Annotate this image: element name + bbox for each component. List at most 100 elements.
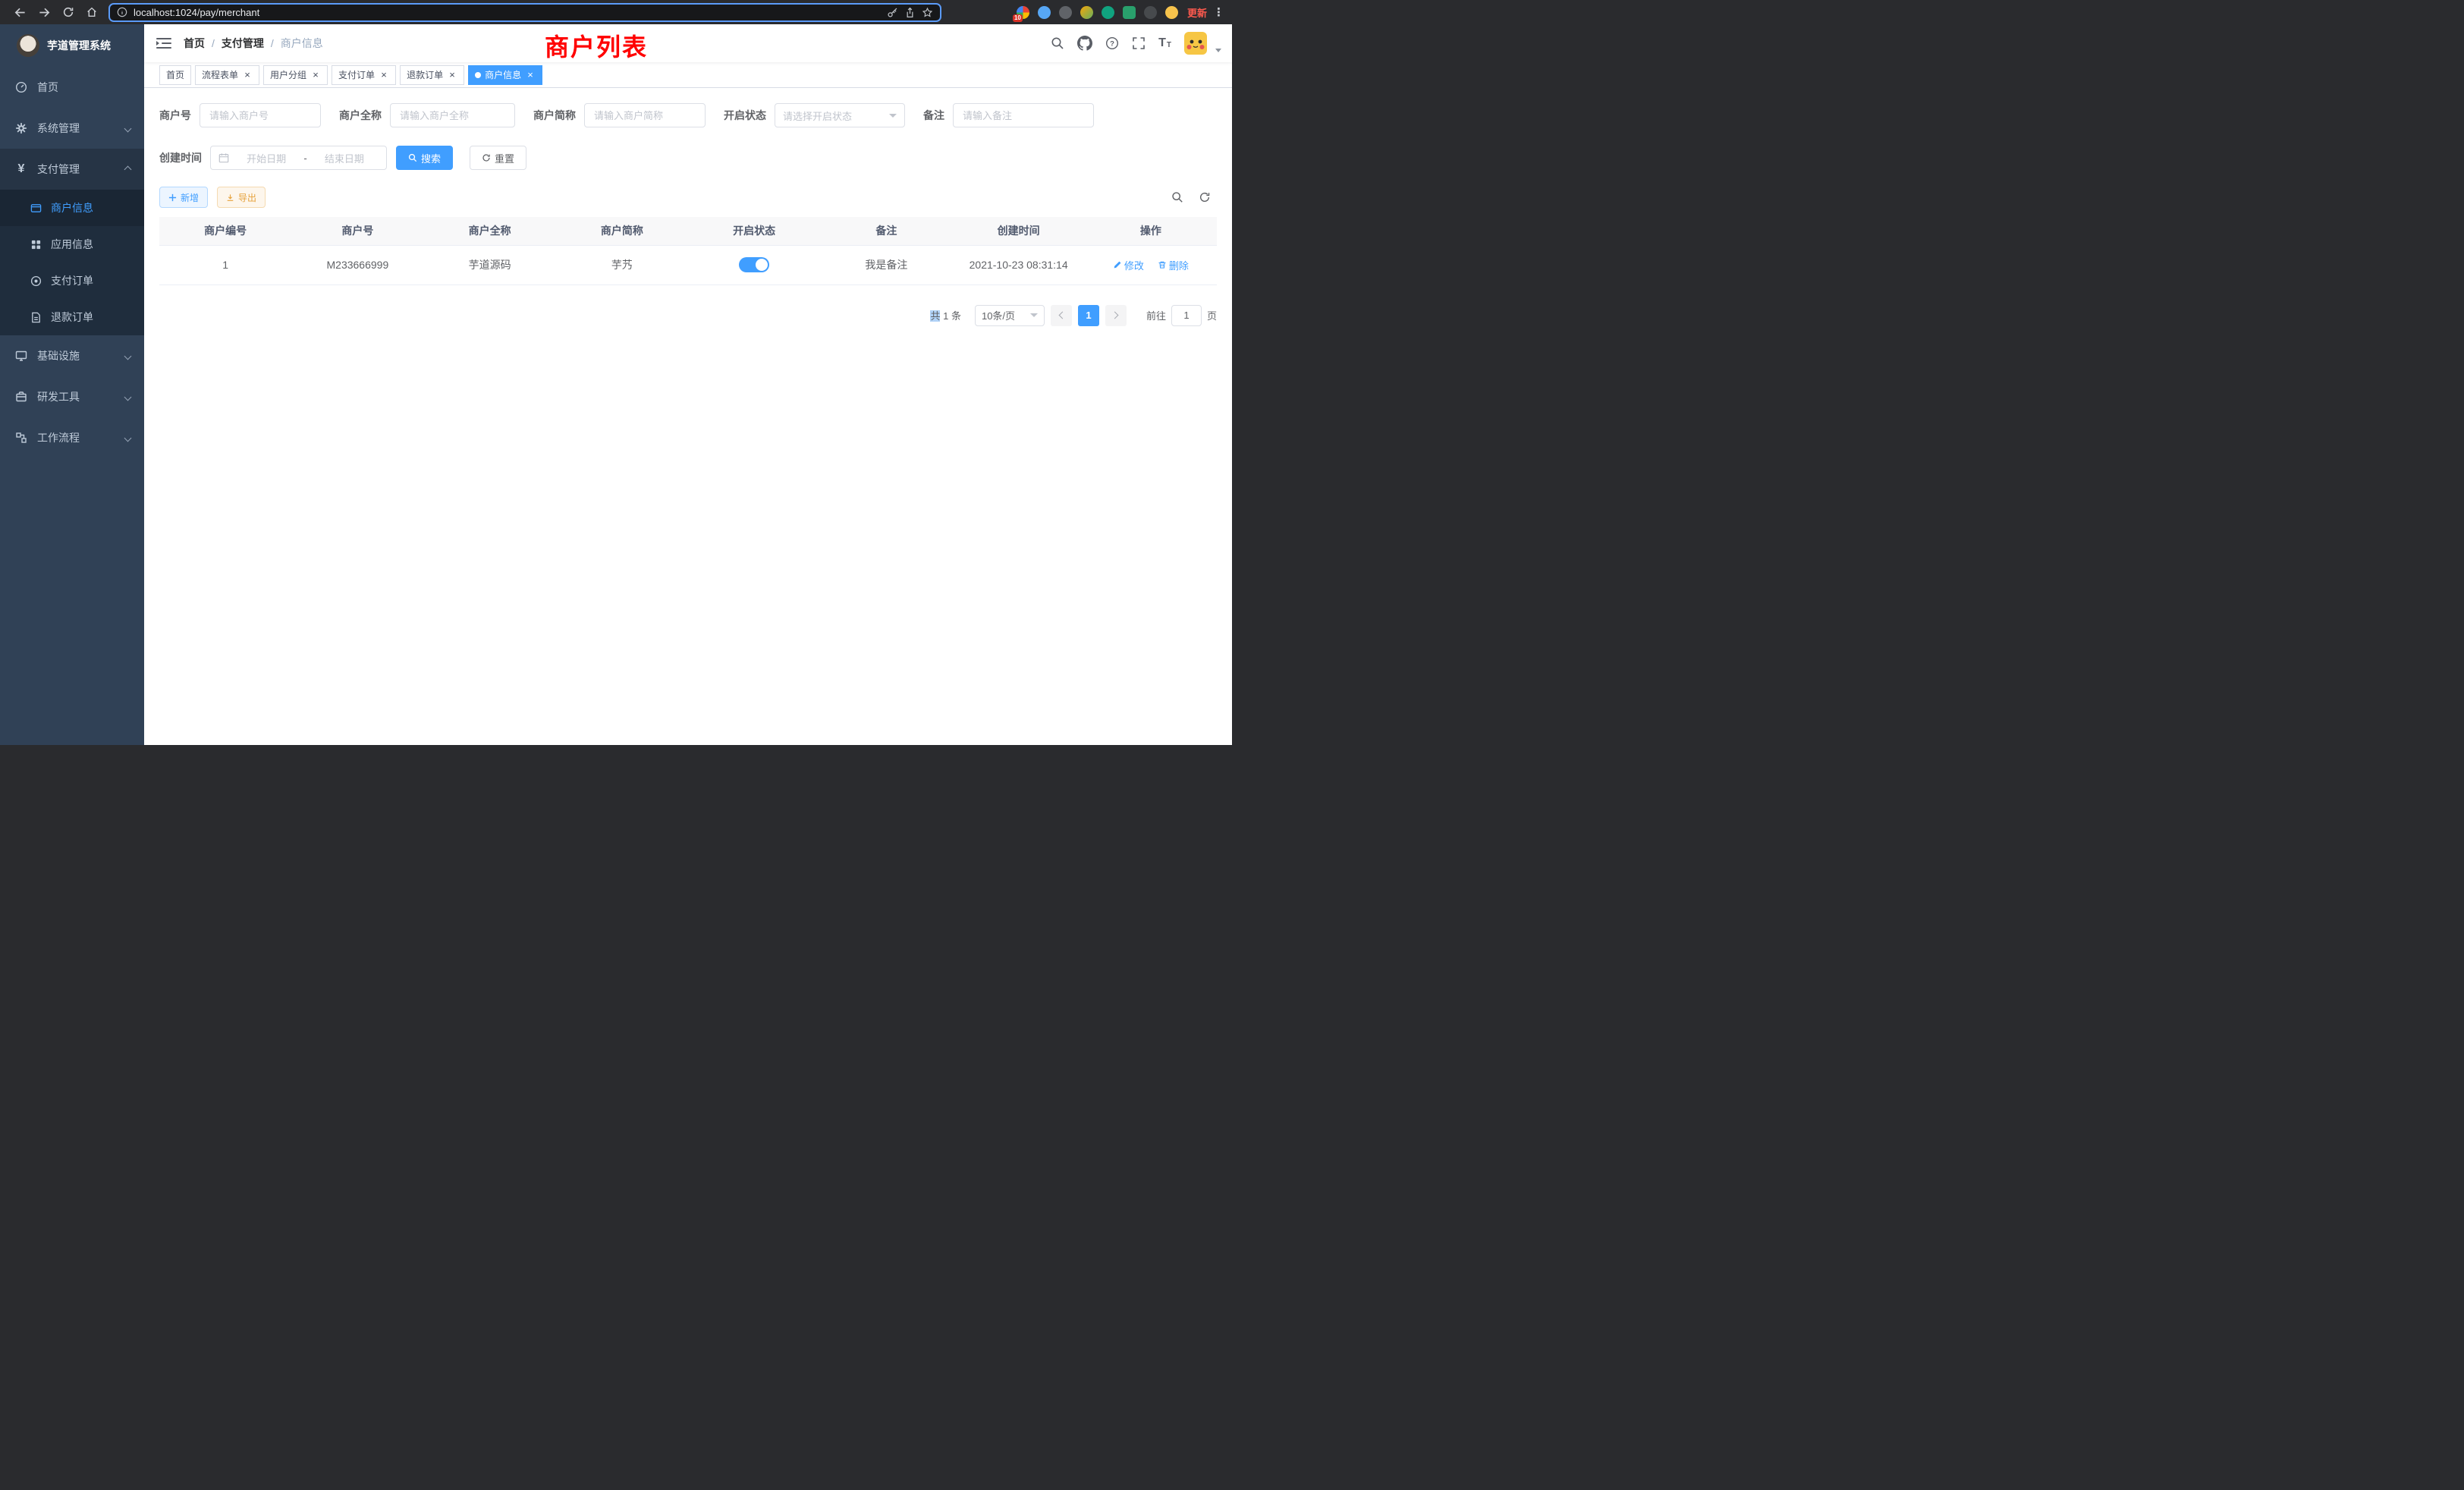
close-icon[interactable]: × (379, 70, 389, 80)
refresh-table-icon[interactable] (1199, 191, 1211, 203)
tab-user-group[interactable]: 用户分组 × (263, 65, 328, 85)
delete-link[interactable]: 删除 (1158, 258, 1189, 272)
search-form-row-1: 商户号 商户全称 商户简称 开启状态 请选择开启状态 (159, 103, 1217, 127)
logo-avatar (17, 34, 39, 57)
trash-icon (1158, 260, 1167, 269)
chevron-left-icon (1059, 312, 1067, 319)
prev-page-button[interactable] (1051, 305, 1072, 326)
edit-link[interactable]: 修改 (1113, 258, 1144, 272)
reset-button[interactable]: 重置 (470, 146, 526, 170)
browser-nav-buttons (8, 6, 104, 19)
close-icon[interactable]: × (525, 70, 536, 80)
remark-input[interactable] (953, 103, 1094, 127)
breadcrumb-current: 商户信息 (281, 36, 323, 51)
column-header: 商户简称 (556, 217, 688, 245)
goto-page-input[interactable] (1171, 305, 1202, 326)
next-page-button[interactable] (1105, 305, 1127, 326)
breadcrumb-payment[interactable]: 支付管理 (222, 36, 264, 51)
workflow-icon (15, 432, 27, 444)
url-text: localhost:1024/pay/merchant (134, 7, 259, 18)
forward-icon[interactable] (38, 6, 51, 19)
help-icon[interactable]: ? (1105, 36, 1119, 50)
user-avatar[interactable] (1184, 32, 1207, 55)
tab-process-form[interactable]: 流程表单 × (195, 65, 259, 85)
sidebar-item-refund-order[interactable]: 退款订单 (0, 299, 144, 335)
delete-link-label: 删除 (1169, 258, 1189, 272)
sidebar-item-label: 支付订单 (51, 273, 93, 288)
extension-icon[interactable] (1123, 6, 1136, 19)
browser-update-button[interactable]: 更新 (1187, 5, 1207, 20)
close-icon[interactable]: × (310, 70, 321, 80)
app-logo[interactable]: 芋道管理系统 (0, 24, 144, 67)
tab-merchant-info[interactable]: 商户信息 × (468, 65, 542, 85)
back-icon[interactable] (14, 6, 27, 19)
search-button[interactable]: 搜索 (396, 146, 453, 170)
url-bar[interactable]: localhost:1024/pay/merchant (108, 3, 941, 22)
sidebar-item-payment[interactable]: ¥ 支付管理 (0, 149, 144, 190)
font-size-icon[interactable]: TT (1158, 37, 1171, 49)
extension-icon[interactable] (1165, 6, 1178, 19)
show-search-icon[interactable] (1171, 191, 1183, 203)
close-icon[interactable]: × (447, 70, 457, 80)
export-button[interactable]: 导出 (217, 187, 266, 208)
full-name-input[interactable] (390, 103, 515, 127)
site-info-icon[interactable] (117, 7, 127, 17)
breadcrumb: 首页 / 支付管理 / 商户信息 (184, 36, 323, 51)
short-name-input[interactable] (584, 103, 706, 127)
search-icon[interactable] (1051, 36, 1064, 50)
reload-icon[interactable] (62, 6, 74, 18)
home-icon[interactable] (86, 6, 98, 18)
column-header: 开启状态 (688, 217, 820, 245)
add-button[interactable]: 新增 (159, 187, 208, 208)
extension-icon[interactable] (1102, 6, 1114, 19)
create-time-range-picker[interactable]: 开始日期 - 结束日期 (210, 146, 387, 170)
page-number-button[interactable]: 1 (1078, 305, 1099, 326)
pagination: 共 1 条 10条/页 1 前往 页 (159, 305, 1217, 326)
merchant-no-input[interactable] (200, 103, 321, 127)
column-header: 创建时间 (953, 217, 1085, 245)
sidebar-item-pay-order[interactable]: 支付订单 (0, 262, 144, 299)
extension-icon[interactable] (1059, 6, 1072, 19)
column-header: 备注 (820, 217, 952, 245)
extension-badge: 10 (1013, 14, 1023, 22)
status-select[interactable]: 请选择开启状态 (775, 103, 905, 127)
sidebar-item-workflow[interactable]: 工作流程 (0, 417, 144, 458)
main-area: 首页 / 支付管理 / 商户信息 商户列表 ? TT 首页 (144, 24, 1232, 745)
fullscreen-icon[interactable] (1132, 36, 1146, 50)
github-icon[interactable] (1077, 36, 1092, 51)
hamburger-icon[interactable] (144, 37, 184, 49)
page-size-select[interactable]: 10条/页 (975, 305, 1045, 326)
sidebar-item-label: 应用信息 (51, 237, 93, 252)
tab-refund-order[interactable]: 退款订单 × (400, 65, 464, 85)
share-icon[interactable] (904, 7, 916, 18)
briefcase-icon (15, 391, 27, 403)
breadcrumb-home[interactable]: 首页 (184, 36, 205, 51)
sidebar-item-merchant-info[interactable]: 商户信息 (0, 190, 144, 226)
sidebar-item-system[interactable]: 系统管理 (0, 108, 144, 149)
avatar-dropdown-caret[interactable] (1215, 49, 1221, 52)
reset-button-label: 重置 (495, 151, 514, 165)
field-label: 商户简称 (533, 108, 576, 123)
table-row: 1 M233666999 芋道源码 芋艿 我是备注 2021-10-23 08:… (159, 245, 1217, 284)
sidebar-item-infra[interactable]: 基础设施 (0, 335, 144, 376)
sidebar-item-devtools[interactable]: 研发工具 (0, 376, 144, 417)
extension-icon[interactable]: 10 (1017, 6, 1029, 19)
navbar-actions: ? TT (1051, 32, 1232, 55)
tab-home[interactable]: 首页 (159, 65, 191, 85)
password-key-icon[interactable] (887, 7, 898, 18)
add-button-label: 新增 (181, 191, 199, 204)
browser-menu-icon[interactable]: ⋮ (1213, 5, 1224, 19)
extension-icon[interactable] (1080, 6, 1093, 19)
tab-pay-order[interactable]: 支付订单 × (332, 65, 396, 85)
status-toggle[interactable] (739, 257, 769, 272)
app-window: 芋道管理系统 首页 系统管理 ¥ 支付管理 商户信息 应用信息 (0, 24, 1232, 745)
sidebar-item-app-info[interactable]: 应用信息 (0, 226, 144, 262)
sidebar-item-home[interactable]: 首页 (0, 67, 144, 108)
bookmark-star-icon[interactable] (922, 7, 933, 18)
filter-full-name: 商户全称 (339, 103, 515, 127)
extension-icon[interactable] (1144, 6, 1157, 19)
close-icon[interactable]: × (242, 70, 253, 80)
pagination-jumper: 前往 页 (1146, 305, 1217, 326)
extension-icon[interactable] (1038, 6, 1051, 19)
filter-merchant-no: 商户号 (159, 103, 321, 127)
